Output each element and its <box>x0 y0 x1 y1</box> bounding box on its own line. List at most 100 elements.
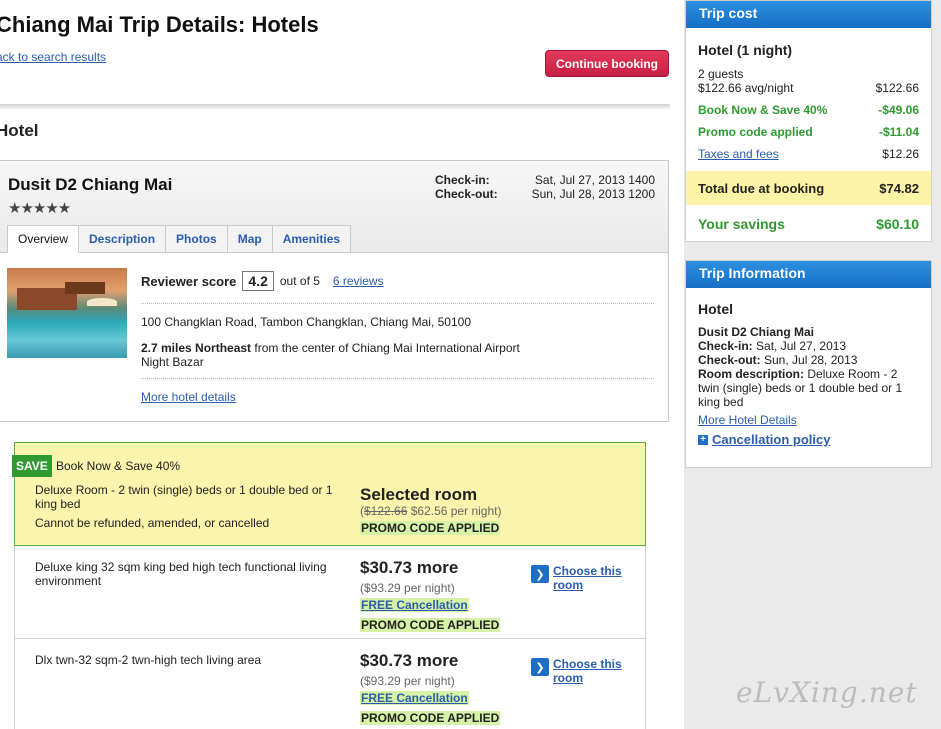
trip-info-panel: Trip Information Hotel Dusit D2 Chiang M… <box>685 260 932 468</box>
hotel-name: Dusit D2 Chiang Mai <box>8 175 173 194</box>
continue-booking-button[interactable]: Continue booking <box>545 50 669 77</box>
tab-description[interactable]: Description <box>79 225 167 253</box>
checkin-label: Check-in: <box>435 173 490 187</box>
save-badge: SAVE <box>12 455 52 477</box>
old-price: $122.66 <box>364 504 408 518</box>
room-policy: Cannot be refunded, amended, or cancelle… <box>35 516 270 530</box>
price-line: ($122.66 $62.56 per night) <box>360 504 502 518</box>
landmark: Night Bazar <box>141 355 204 369</box>
save-text: Book Now & Save 40% <box>56 459 181 473</box>
room-option: Dlx twn-32 sqm-2 twn-high tech living ar… <box>14 639 646 729</box>
trip-cost-header: Trip cost <box>686 1 931 28</box>
guests-count: 2 guests <box>698 67 744 81</box>
per-night-price: ($93.29 per night) <box>360 674 455 688</box>
promo-badge: PROMO CODE APPLIED <box>360 711 501 725</box>
trip-cost-title: Hotel (1 night) <box>698 42 793 58</box>
discount-label: Book Now & Save 40% <box>698 103 828 117</box>
room-description: Dlx twn-32 sqm-2 twn-high tech living ar… <box>35 653 262 667</box>
total-label: Total due at booking <box>698 180 825 196</box>
tab-map[interactable]: Map <box>227 225 273 253</box>
checkout-label: Check-out: <box>435 187 498 201</box>
reviewer-label: Reviewer score <box>141 273 237 289</box>
reviewer-score: Reviewer score 4.2 out of 5 6 reviews <box>141 271 384 291</box>
distance-bold: 2.7 miles Northeast <box>141 341 252 355</box>
photo-umbrella <box>87 298 117 306</box>
back-to-search-link[interactable]: ack to search results <box>0 50 106 64</box>
checkin-value: Sat, Jul 27, 2013 1400 <box>534 173 655 187</box>
hotel-photo[interactable] <box>7 268 127 358</box>
room-desc-label: Room description: <box>698 367 805 381</box>
more-hotel-details-sidebar-link[interactable]: More Hotel Details <box>698 413 797 427</box>
tab-amenities[interactable]: Amenities <box>272 225 352 253</box>
hotel-distance: 2.7 miles Northeast from the center of C… <box>141 341 541 369</box>
plus-icon[interactable]: + <box>698 435 708 445</box>
trip-cost-panel: Trip cost Hotel (1 night) 2 guests $122.… <box>685 0 932 242</box>
total-value: $74.82 <box>879 180 919 196</box>
reviews-link[interactable]: 6 reviews <box>333 274 384 288</box>
free-cancellation-link[interactable]: FREE Cancellation <box>360 598 469 612</box>
discount-value: -$49.06 <box>878 103 919 117</box>
room-price: $30.73 more <box>360 651 459 670</box>
chevron-right-icon[interactable]: ❯ <box>531 565 549 583</box>
taxes-row: Taxes and fees $12.26 <box>698 147 919 161</box>
tab-overview[interactable]: Overview <box>7 225 80 253</box>
main-content: Chiang Mai Trip Details: Hotels ack to s… <box>0 0 670 729</box>
room-description: Deluxe king 32 sqm king bed high tech fu… <box>35 560 327 588</box>
hotel-card: Dusit D2 Chiang Mai ★★★★★ Check-in: Sat, … <box>0 160 669 422</box>
taxes-value: $12.26 <box>882 147 919 161</box>
divider <box>141 303 654 304</box>
avg-night-row: $122.66 avg/night $122.66 <box>698 81 919 95</box>
promo-badge: PROMO CODE APPLIED <box>360 618 501 632</box>
trip-info-checkout-value: Sun, Jul 28, 2013 <box>760 353 858 367</box>
promo-label: Promo code applied <box>698 125 813 139</box>
avg-night-value: $122.66 <box>875 81 919 95</box>
free-cancellation-link[interactable]: FREE Cancellation <box>360 691 469 705</box>
selected-room: SAVE Book Now & Save 40% Deluxe Room - 2… <box>12 442 646 546</box>
tab-photos[interactable]: Photos <box>166 225 228 253</box>
star-rating-icon: ★★★★★ <box>8 200 71 217</box>
per-night-price: ($93.29 per night) <box>360 581 455 595</box>
trip-info-body: Hotel Dusit D2 Chiang Mai Check-in: Sat,… <box>686 288 931 461</box>
more-hotel-details-link[interactable]: More hotel details <box>141 390 236 404</box>
trip-info-checkin-label: Check-in: <box>698 339 753 353</box>
selected-room-title: Selected room <box>360 485 478 504</box>
divider <box>141 378 654 379</box>
cancellation-policy[interactable]: + Cancellation policy <box>698 433 919 447</box>
total-due: Total due at booking $74.82 <box>686 171 931 205</box>
chevron-right-icon[interactable]: ❯ <box>531 658 549 676</box>
avg-night-label: $122.66 avg/night <box>698 81 794 95</box>
choose-room-link[interactable]: Choose this room <box>553 564 625 592</box>
room-list: SAVE Book Now & Save 40% Deluxe Room - 2… <box>12 442 646 729</box>
room-option: Deluxe king 32 sqm king bed high tech fu… <box>14 546 646 639</box>
promo-badge: PROMO CODE APPLIED <box>360 521 501 535</box>
section-heading: Hotel <box>0 121 39 140</box>
hotel-header: Dusit D2 Chiang Mai ★★★★★ Check-in: Sat, … <box>0 161 668 253</box>
choose-room[interactable]: ❯ Choose this room <box>531 657 625 685</box>
promo-row: Promo code applied -$11.04 <box>698 125 919 139</box>
page-title: Chiang Mai Trip Details: Hotels <box>0 12 319 37</box>
check-dates: Check-in: Sat, Jul 27, 2013 1400 Check-ou… <box>435 173 655 201</box>
distance-text: from the center of Chiang Mai Internatio… <box>251 341 520 355</box>
hotel-address: 100 Changklan Road, Tambon Changklan, Ch… <box>141 315 472 329</box>
trip-info-checkout-label: Check-out: <box>698 353 761 367</box>
taxes-link[interactable]: Taxes and fees <box>698 147 779 161</box>
savings-label: Your savings <box>698 216 785 232</box>
photo-roof <box>65 282 105 294</box>
choose-room-link[interactable]: Choose this room <box>553 657 625 685</box>
choose-room[interactable]: ❯ Choose this room <box>531 564 625 592</box>
header-divider <box>0 104 670 110</box>
trip-info-header: Trip Information <box>686 261 931 288</box>
trip-info-checkin-value: Sat, Jul 27, 2013 <box>752 339 847 353</box>
room-price: $30.73 more <box>360 558 459 577</box>
trip-info-hotel-name: Dusit D2 Chiang Mai <box>698 325 815 339</box>
cancellation-policy-link[interactable]: Cancellation policy <box>712 433 830 447</box>
sidebar: Trip cost Hotel (1 night) 2 guests $122.… <box>684 0 941 729</box>
watermark: eLvXing.net <box>736 676 918 709</box>
savings: Your savings $60.10 <box>698 216 919 232</box>
savings-value: $60.10 <box>876 216 919 232</box>
discount-row: Book Now & Save 40% -$49.06 <box>698 103 919 117</box>
hotel-tabs: Overview Description Photos Map Amenitie… <box>7 225 352 253</box>
trip-info-title: Hotel <box>698 301 733 317</box>
checkout-value: Sun, Jul 28, 2013 1200 <box>531 187 655 201</box>
room-description: Deluxe Room - 2 twin (single) beds or 1 … <box>35 483 333 511</box>
